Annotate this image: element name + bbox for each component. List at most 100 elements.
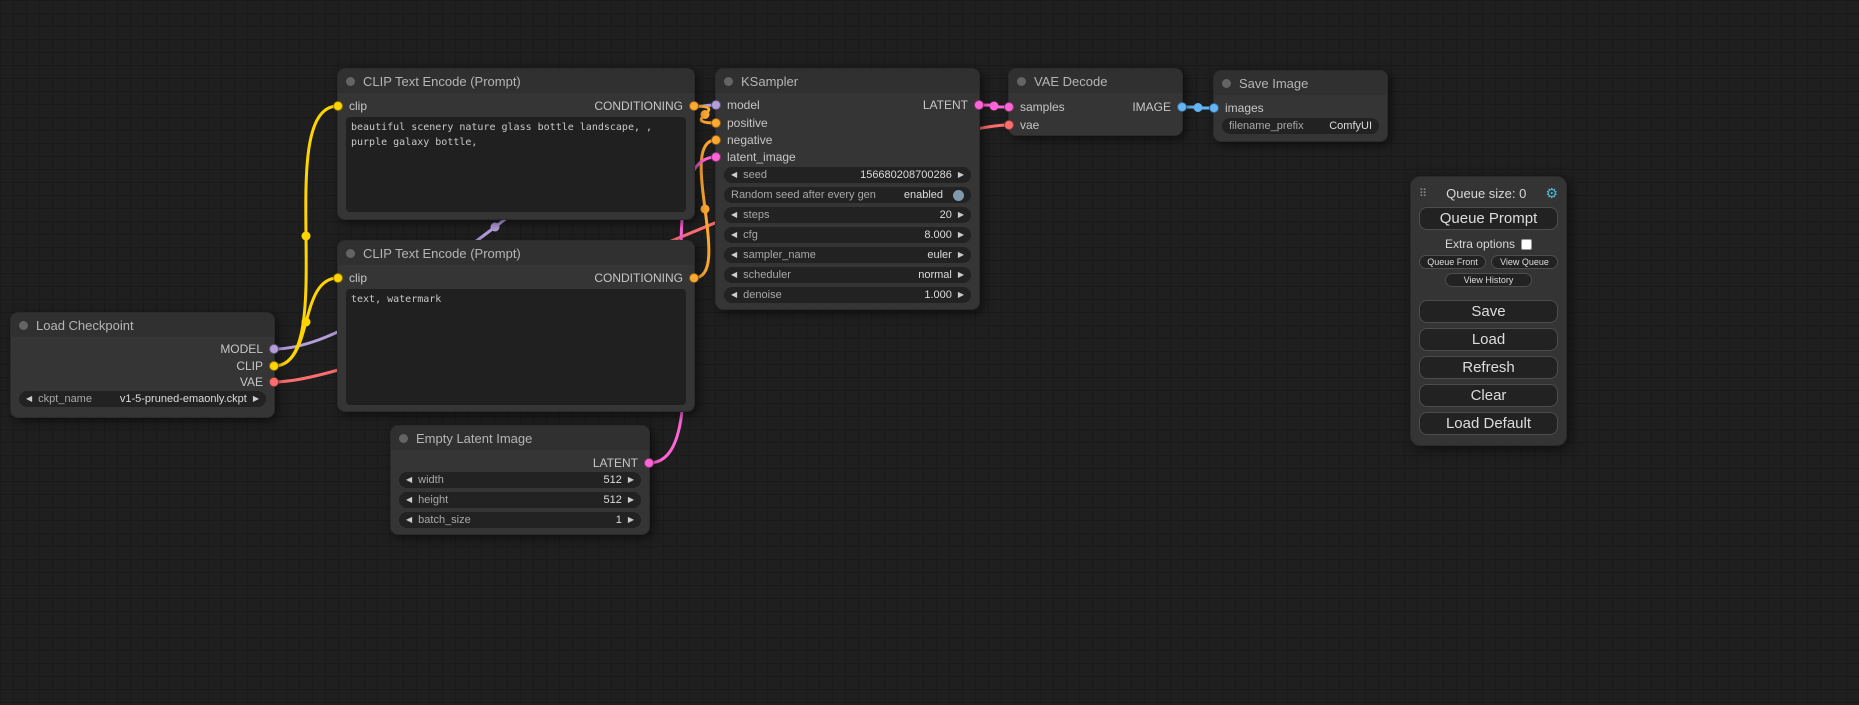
seed-widget[interactable]: ◀ seed 156680208700286 ▶ <box>724 167 971 183</box>
conditioning-output-slot: CONDITIONING <box>594 98 699 114</box>
samples-input-slot: samples <box>1004 99 1065 115</box>
queue-menu-panel[interactable]: ⠿ Queue size: 0 ⚙ Queue Prompt Extra opt… <box>1410 176 1567 446</box>
next-value-arrow-icon[interactable]: ▶ <box>253 395 259 403</box>
node-save-image[interactable]: Save Image images filename_prefix ComfyU… <box>1213 70 1388 142</box>
queue-prompt-button[interactable]: Queue Prompt <box>1419 207 1558 230</box>
collapse-toggle-icon[interactable] <box>724 77 733 86</box>
negative-prompt-textarea[interactable]: text, watermark <box>346 289 686 405</box>
decrement-arrow-icon[interactable]: ◀ <box>731 231 737 239</box>
random-seed-toggle-widget[interactable]: Random seed after every gen enabled <box>724 187 971 203</box>
node-clip-text-encode-positive[interactable]: CLIP Text Encode (Prompt) clip CONDITION… <box>337 68 695 220</box>
cfg-widget[interactable]: ◀ cfg 8.000 ▶ <box>724 227 971 243</box>
image-output-slot: IMAGE <box>1132 99 1187 115</box>
collapse-toggle-icon[interactable] <box>1017 77 1026 86</box>
node-title-bar[interactable]: Empty Latent Image <box>391 426 649 450</box>
view-history-button[interactable]: View History <box>1445 273 1531 287</box>
samples-input-socket[interactable] <box>1004 102 1014 112</box>
node-title-bar[interactable]: CLIP Text Encode (Prompt) <box>338 241 694 265</box>
node-clip-text-encode-negative[interactable]: CLIP Text Encode (Prompt) clip CONDITION… <box>337 240 695 412</box>
decrement-arrow-icon[interactable]: ◀ <box>406 476 412 484</box>
clip-input-socket[interactable] <box>333 101 343 111</box>
node-load-checkpoint[interactable]: Load Checkpoint MODEL CLIP VAE ◀ ckpt_na… <box>10 312 275 418</box>
scheduler-widget[interactable]: ◀ scheduler normal ▶ <box>724 267 971 283</box>
view-queue-button[interactable]: View Queue <box>1491 255 1558 269</box>
denoise-widget[interactable]: ◀ denoise 1.000 ▶ <box>724 287 971 303</box>
latent-output-socket[interactable] <box>644 458 654 468</box>
queue-front-button[interactable]: Queue Front <box>1419 255 1486 269</box>
clip-input-socket[interactable] <box>333 273 343 283</box>
collapse-toggle-icon[interactable] <box>19 321 28 330</box>
image-output-socket[interactable] <box>1177 102 1187 112</box>
conditioning-output-slot: CONDITIONING <box>594 270 699 286</box>
model-input-socket[interactable] <box>711 100 721 110</box>
collapse-toggle-icon[interactable] <box>346 77 355 86</box>
increment-arrow-icon[interactable]: ▶ <box>958 231 964 239</box>
next-value-arrow-icon[interactable]: ▶ <box>958 251 964 259</box>
model-output-socket[interactable] <box>269 344 279 354</box>
steps-widget[interactable]: ◀ steps 20 ▶ <box>724 207 971 223</box>
decrement-arrow-icon[interactable]: ◀ <box>731 211 737 219</box>
positive-prompt-textarea[interactable]: beautiful scenery nature glass bottle la… <box>346 117 686 212</box>
width-widget[interactable]: ◀ width 512 ▶ <box>399 472 641 488</box>
increment-arrow-icon[interactable]: ▶ <box>628 496 634 504</box>
clear-button[interactable]: Clear <box>1419 384 1558 407</box>
increment-arrow-icon[interactable]: ▶ <box>958 291 964 299</box>
node-title-label: Save Image <box>1239 76 1308 91</box>
node-title-bar[interactable]: VAE Decode <box>1009 69 1182 93</box>
increment-arrow-icon[interactable]: ▶ <box>958 211 964 219</box>
images-input-slot: images <box>1209 100 1264 116</box>
widget-value: v1-5-pruned-emaonly.ckpt <box>120 393 247 405</box>
graph-canvas[interactable]: Load Checkpoint MODEL CLIP VAE ◀ ckpt_na… <box>0 0 1859 705</box>
node-ksampler[interactable]: KSampler model positive negative latent_… <box>715 68 980 310</box>
conditioning-output-label: CONDITIONING <box>594 271 683 285</box>
toggle-indicator-icon[interactable] <box>953 190 964 201</box>
decrement-arrow-icon[interactable]: ◀ <box>731 171 737 179</box>
negative-input-socket[interactable] <box>711 135 721 145</box>
node-title-bar[interactable]: Load Checkpoint <box>11 313 274 337</box>
node-title-bar[interactable]: KSampler <box>716 69 979 93</box>
prev-value-arrow-icon[interactable]: ◀ <box>731 271 737 279</box>
next-value-arrow-icon[interactable]: ▶ <box>958 271 964 279</box>
increment-arrow-icon[interactable]: ▶ <box>958 171 964 179</box>
decrement-arrow-icon[interactable]: ◀ <box>406 516 412 524</box>
increment-arrow-icon[interactable]: ▶ <box>628 476 634 484</box>
node-title-label: Empty Latent Image <box>416 431 532 446</box>
load-default-button[interactable]: Load Default <box>1419 412 1558 435</box>
node-vae-decode[interactable]: VAE Decode samples vae IMAGE <box>1008 68 1183 136</box>
settings-gear-icon[interactable]: ⚙ <box>1545 185 1558 202</box>
vae-output-socket[interactable] <box>269 377 279 387</box>
images-input-socket[interactable] <box>1209 103 1219 113</box>
sampler-name-widget[interactable]: ◀ sampler_name euler ▶ <box>724 247 971 263</box>
latent-image-input-slot: latent_image <box>711 149 796 165</box>
node-title-bar[interactable]: Save Image <box>1214 71 1387 95</box>
conditioning-output-socket[interactable] <box>689 101 699 111</box>
drag-handle-icon[interactable]: ⠿ <box>1419 187 1427 200</box>
collapse-toggle-icon[interactable] <box>399 434 408 443</box>
vae-input-socket[interactable] <box>1004 120 1014 130</box>
collapse-toggle-icon[interactable] <box>1222 79 1231 88</box>
clip-output-socket[interactable] <box>269 361 279 371</box>
conditioning-output-socket[interactable] <box>689 273 699 283</box>
batch-size-widget[interactable]: ◀ batch_size 1 ▶ <box>399 512 641 528</box>
ckpt-name-widget[interactable]: ◀ ckpt_name v1-5-pruned-emaonly.ckpt ▶ <box>19 391 266 407</box>
collapse-toggle-icon[interactable] <box>346 249 355 258</box>
height-widget[interactable]: ◀ height 512 ▶ <box>399 492 641 508</box>
latent-image-input-socket[interactable] <box>711 152 721 162</box>
extra-options-checkbox[interactable] <box>1521 239 1532 250</box>
save-button[interactable]: Save <box>1419 300 1558 323</box>
node-title-bar[interactable]: CLIP Text Encode (Prompt) <box>338 69 694 93</box>
decrement-arrow-icon[interactable]: ◀ <box>406 496 412 504</box>
extra-options-label: Extra options <box>1445 237 1515 251</box>
clip-input-label: clip <box>349 99 367 113</box>
filename-prefix-widget[interactable]: filename_prefix ComfyUI <box>1222 118 1379 134</box>
model-input-slot: model <box>711 97 760 113</box>
increment-arrow-icon[interactable]: ▶ <box>628 516 634 524</box>
prev-value-arrow-icon[interactable]: ◀ <box>26 395 32 403</box>
decrement-arrow-icon[interactable]: ◀ <box>731 291 737 299</box>
node-empty-latent-image[interactable]: Empty Latent Image LATENT ◀ width 512 ▶ … <box>390 425 650 535</box>
refresh-button[interactable]: Refresh <box>1419 356 1558 379</box>
load-button[interactable]: Load <box>1419 328 1558 351</box>
positive-input-socket[interactable] <box>711 118 721 128</box>
latent-output-socket[interactable] <box>974 100 984 110</box>
prev-value-arrow-icon[interactable]: ◀ <box>731 251 737 259</box>
